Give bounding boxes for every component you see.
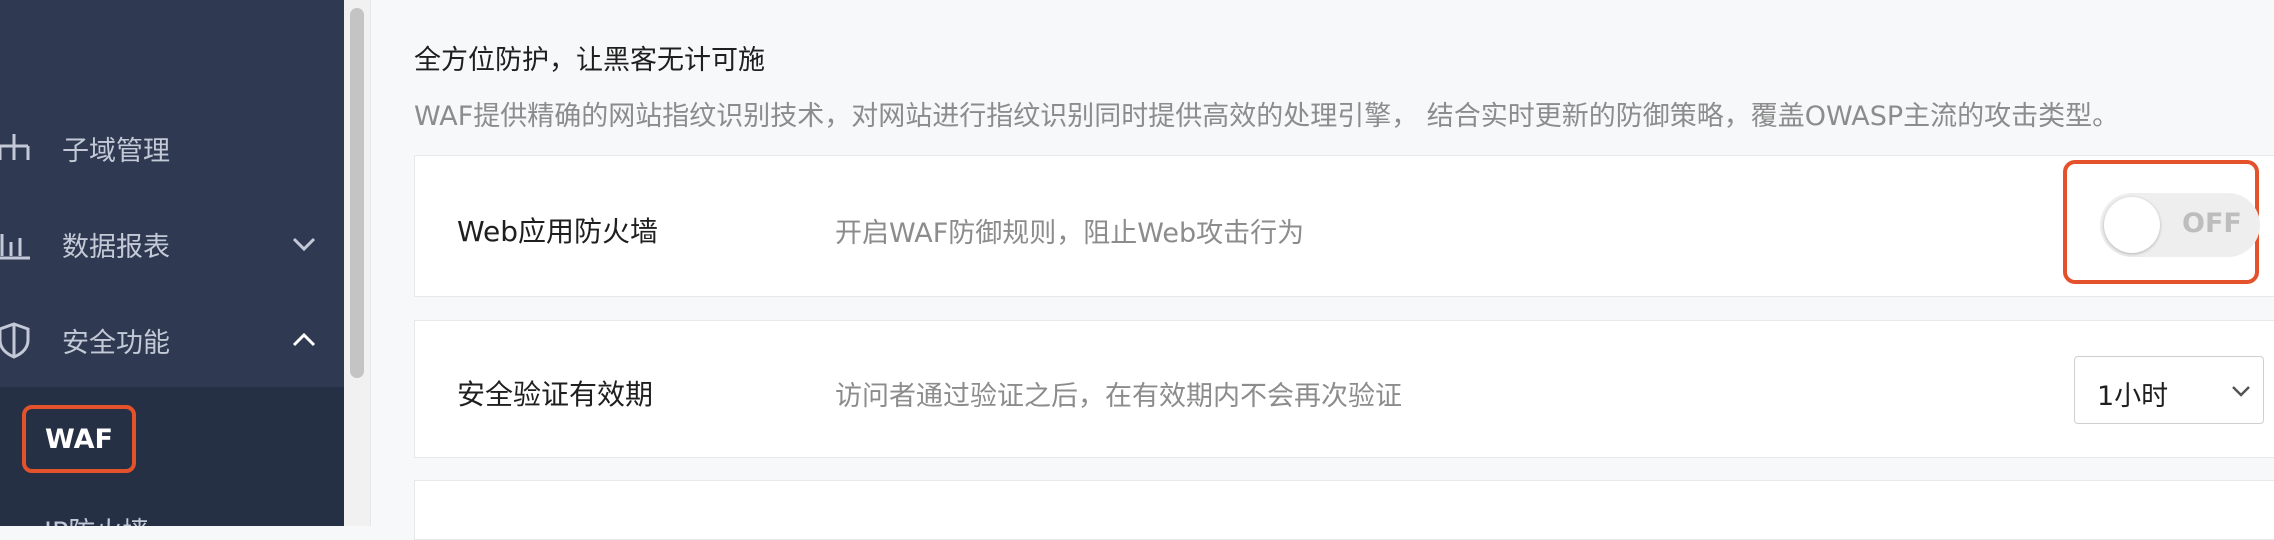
shield-icon <box>0 322 30 359</box>
verification-setting-title: 安全验证有效期 <box>457 378 654 411</box>
sidebar: 子域管理 数据报表 安全功能 WAF IP防火墙 <box>0 0 344 526</box>
next-setting-card <box>414 480 2274 540</box>
sidebar-item-label: 子域管理 <box>62 135 170 167</box>
toggle-knob <box>2104 197 2160 253</box>
verification-setting-hint: 访问者通过验证之后，在有效期内不会再次验证 <box>835 381 1402 412</box>
waf-toggle[interactable]: OFF <box>2100 193 2260 257</box>
scrollbar-thumb[interactable] <box>350 8 364 378</box>
section-description: WAF提供精确的网站指纹识别技术，对网站进行指纹识别同时提供高效的处理引擎， 结… <box>414 101 2120 132</box>
bar-chart-icon <box>0 234 30 260</box>
sidebar-item-label: 安全功能 <box>62 327 170 359</box>
verification-setting-card: 安全验证有效期 访问者通过验证之后，在有效期内不会再次验证 <box>414 320 2274 458</box>
validity-select-value: 1小时 <box>2097 381 2169 412</box>
waf-setting-hint: 开启WAF防御规则，阻止Web攻击行为 <box>835 218 1305 249</box>
sidebar-item-security[interactable]: 安全功能 <box>0 300 344 380</box>
waf-setting-card: Web应用防火墙 开启WAF防御规则，阻止Web攻击行为 <box>414 155 2274 297</box>
sidebar-item-reports[interactable]: 数据报表 <box>0 204 344 284</box>
waf-setting-title: Web应用防火墙 <box>457 215 659 248</box>
toggle-state-label: OFF <box>2182 208 2242 239</box>
chevron-down-icon <box>292 237 316 252</box>
section-heading: 全方位防护，让黑客无计可施 <box>414 45 765 76</box>
sidebar-subitem-waf[interactable]: WAF <box>22 405 136 473</box>
sidebar-item-subdomain[interactable]: 子域管理 <box>0 108 344 188</box>
sidebar-subitem-ip-firewall[interactable]: IP防火墙 <box>44 510 149 526</box>
validity-select[interactable]: 1小时 <box>2074 356 2264 424</box>
sidebar-item-label: 数据报表 <box>62 231 170 263</box>
main-content: 全方位防护，让黑客无计可施 WAF提供精确的网站指纹识别技术，对网站进行指纹识别… <box>370 0 2274 540</box>
chevron-up-icon <box>292 332 316 347</box>
sitemap-icon <box>0 134 30 160</box>
chevron-down-icon <box>2232 386 2250 397</box>
